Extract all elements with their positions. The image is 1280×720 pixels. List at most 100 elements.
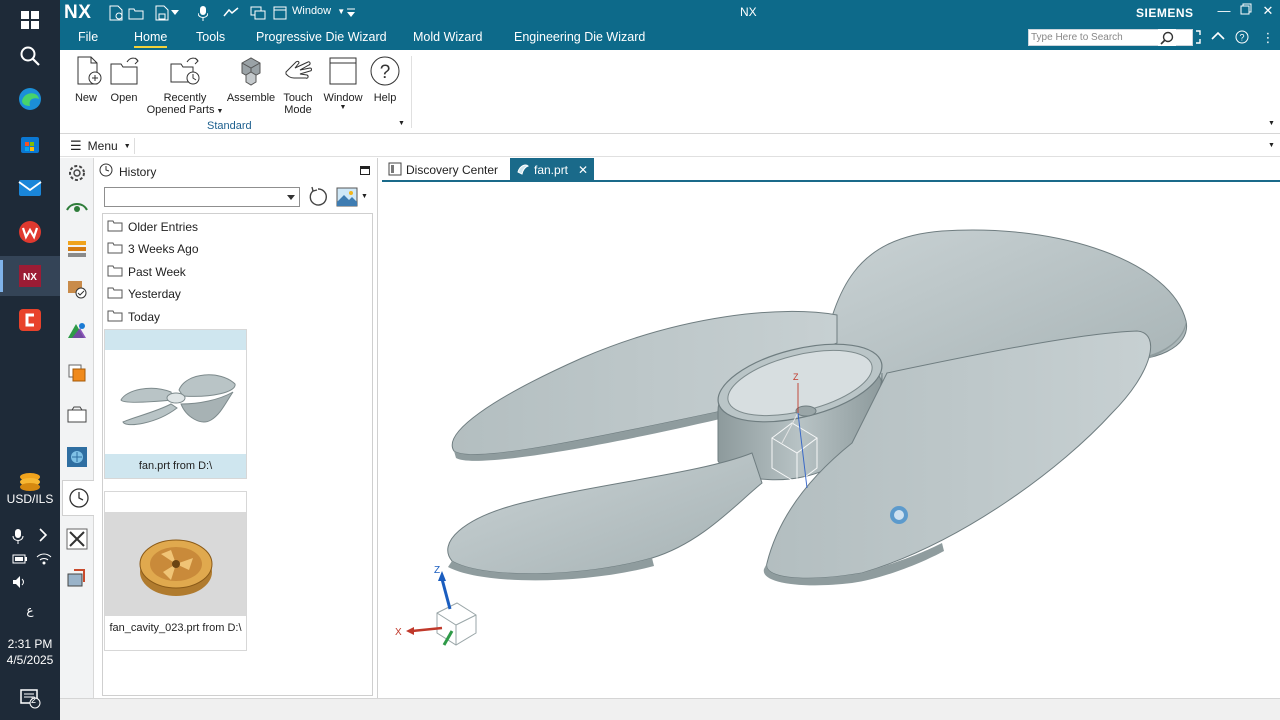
web-browser-icon[interactable] bbox=[64, 402, 90, 428]
settings-gear-icon[interactable] bbox=[64, 160, 90, 186]
menubar-divider bbox=[134, 138, 135, 154]
toolbar-options-icon[interactable]: ▼ bbox=[1268, 142, 1275, 149]
save-icon[interactable] bbox=[154, 4, 170, 22]
new-button[interactable]: New bbox=[72, 54, 102, 104]
tab-mold-wizard[interactable]: Mold Wizard bbox=[413, 30, 482, 44]
menu-label: Menu bbox=[87, 139, 118, 153]
history-folder[interactable]: Past Week bbox=[107, 262, 186, 282]
touch-mode-button[interactable]: Touch Mode bbox=[280, 54, 316, 116]
history-clock-icon[interactable] bbox=[62, 480, 94, 516]
roles-icon[interactable] bbox=[64, 444, 90, 470]
minimize-button[interactable]: — bbox=[1216, 3, 1232, 21]
history-folder[interactable]: Older Entries bbox=[107, 217, 198, 237]
help-button[interactable]: ? Help bbox=[368, 54, 402, 104]
microsoft-store-icon[interactable] bbox=[14, 128, 46, 160]
assembly-navigator-icon[interactable] bbox=[64, 236, 90, 262]
ribbon-options-icon[interactable]: ▼ bbox=[1268, 120, 1275, 127]
edge-browser-icon[interactable] bbox=[14, 83, 46, 115]
wps-office-icon[interactable] bbox=[14, 216, 46, 248]
history-file-thumbnail[interactable]: fan.prt from D:\ bbox=[104, 329, 247, 479]
window-button[interactable]: Window ▼ bbox=[322, 54, 364, 111]
history-file-thumbnail[interactable]: fan_cavity_023.prt from D:\ bbox=[104, 491, 247, 651]
help-icon: ? bbox=[368, 54, 402, 88]
hamburger-icon: ☰ bbox=[70, 138, 82, 153]
maximize-panel-icon[interactable] bbox=[360, 166, 370, 175]
windows-start-icon[interactable] bbox=[14, 4, 46, 36]
recently-opened-parts-button[interactable]: Recently Opened Parts ▼ bbox=[146, 54, 224, 116]
close-window-button[interactable]: ✕ bbox=[1260, 3, 1276, 21]
clock-time[interactable]: 2:31 PM bbox=[0, 637, 60, 651]
search-icon[interactable] bbox=[1158, 29, 1176, 46]
tab-tools[interactable]: Tools bbox=[196, 30, 225, 44]
tab-home[interactable]: Home bbox=[134, 30, 168, 48]
input-language[interactable]: ع bbox=[0, 603, 60, 617]
view-triad[interactable] bbox=[406, 571, 477, 646]
window-icon[interactable] bbox=[272, 4, 288, 22]
nx-app-icon[interactable]: NX bbox=[0, 256, 60, 296]
microphone-icon[interactable] bbox=[12, 528, 24, 547]
tab-label: fan.prt bbox=[534, 163, 569, 177]
window-menu-label: Window bbox=[292, 5, 332, 17]
new-file-icon[interactable] bbox=[108, 4, 124, 22]
assemble-button[interactable]: Assemble bbox=[226, 54, 276, 104]
menu-button[interactable]: ☰ Menu ▼ bbox=[70, 138, 131, 154]
nx-logo: NX bbox=[64, 2, 92, 23]
fan-3d-model[interactable]: Z Z X bbox=[382, 183, 1280, 698]
window-menu-dropdown[interactable]: Window ▼ bbox=[292, 5, 345, 17]
microphone-icon[interactable] bbox=[196, 4, 210, 22]
restore-button[interactable] bbox=[1238, 3, 1254, 21]
part-file-icon bbox=[516, 162, 530, 179]
search-icon[interactable] bbox=[14, 40, 46, 72]
palette-dropdown-icon[interactable]: ▼ bbox=[361, 193, 368, 200]
part-navigator-icon[interactable] bbox=[64, 194, 90, 220]
collapse-ribbon-icon[interactable] bbox=[1210, 30, 1226, 48]
tab-engineering-die-wizard[interactable]: Engineering Die Wizard bbox=[514, 30, 645, 44]
group-divider bbox=[411, 56, 412, 128]
wifi-icon[interactable] bbox=[36, 552, 52, 569]
volume-icon[interactable] bbox=[12, 575, 28, 592]
cursor-indicator bbox=[890, 506, 908, 524]
refresh-icon[interactable] bbox=[307, 186, 329, 208]
mold-tools-icon[interactable] bbox=[64, 526, 90, 552]
chevron-right-icon[interactable] bbox=[38, 528, 48, 545]
fan-blade[interactable] bbox=[447, 452, 763, 575]
palette-view-icon[interactable] bbox=[336, 187, 358, 207]
customize-toolbar-icon[interactable] bbox=[346, 4, 356, 22]
notifications-icon[interactable]: 2 bbox=[14, 682, 46, 714]
fan-cavity-preview bbox=[105, 512, 246, 616]
tab-file[interactable]: File bbox=[78, 30, 98, 44]
assemble-label: Assemble bbox=[226, 92, 276, 104]
constraint-navigator-icon[interactable] bbox=[64, 276, 90, 302]
notification-count: 2 bbox=[31, 695, 37, 705]
graphics-window[interactable]: Z Z X bbox=[382, 183, 1280, 698]
history-filter-dropdown[interactable] bbox=[104, 187, 300, 207]
history-folder[interactable]: 3 Weeks Ago bbox=[107, 239, 199, 259]
full-screen-icon[interactable] bbox=[1186, 30, 1202, 48]
more-options-icon[interactable]: ⋮ bbox=[1260, 30, 1276, 48]
battery-icon[interactable] bbox=[12, 553, 28, 568]
open-button[interactable]: Open bbox=[108, 54, 140, 104]
mail-icon[interactable] bbox=[14, 172, 46, 204]
group-label-standard: Standard bbox=[207, 120, 252, 132]
clock-date[interactable]: 4/5/2025 bbox=[0, 653, 60, 667]
reuse-library-icon[interactable] bbox=[64, 318, 90, 344]
chevron-down-icon: ▼ bbox=[216, 108, 224, 115]
history-title: History bbox=[119, 164, 157, 179]
camtasia-icon[interactable] bbox=[14, 304, 46, 336]
tab-discovery-center[interactable]: Discovery Center bbox=[382, 158, 504, 182]
hand-touch-icon bbox=[281, 54, 315, 88]
history-folder[interactable]: Yesterday bbox=[107, 284, 181, 304]
switch-window-icon[interactable] bbox=[250, 4, 266, 22]
save-dropdown-icon[interactable] bbox=[170, 4, 180, 22]
hd3d-tools-icon[interactable] bbox=[64, 360, 90, 386]
tab-fan-prt[interactable]: fan.prt ✕ bbox=[510, 158, 595, 182]
touch-mode-icon[interactable] bbox=[222, 4, 240, 22]
history-folder[interactable]: Today bbox=[107, 307, 160, 327]
group-options-icon[interactable]: ▼ bbox=[398, 120, 405, 127]
tab-progressive-die-wizard[interactable]: Progressive Die Wizard bbox=[256, 30, 387, 44]
open-folder-icon[interactable] bbox=[128, 4, 144, 22]
close-tab-icon[interactable]: ✕ bbox=[578, 163, 588, 177]
windows-taskbar: NX USD/ILS ع 2:31 PM 4/5/2025 2 bbox=[0, 0, 60, 720]
help-icon[interactable]: ? bbox=[1234, 30, 1250, 48]
process-studio-icon[interactable] bbox=[64, 566, 90, 592]
